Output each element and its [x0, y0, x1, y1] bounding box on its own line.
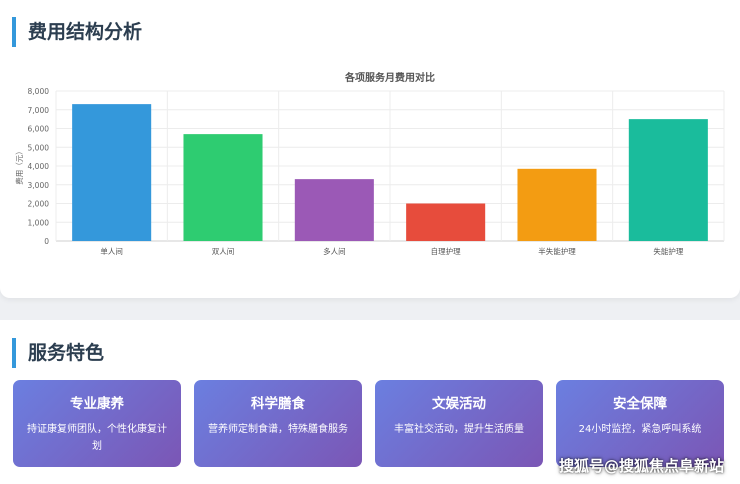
feature-card-rehab[interactable]: 专业康养 持证康复师团队，个性化康复计划	[13, 380, 181, 467]
x-tick-label: 失能护理	[653, 246, 683, 256]
feature-card-safety[interactable]: 安全保障 24小时监控，紧急呼叫系统	[556, 380, 724, 467]
bar-5	[517, 168, 597, 241]
cost-structure-heading: 费用结构分析	[12, 17, 142, 47]
feature-card-diet[interactable]: 科学膳食 营养师定制食谱，特殊膳食服务	[194, 380, 362, 467]
feature-description: 持证康复师团队，个性化康复计划	[27, 424, 167, 452]
x-tick-label: 双人间	[212, 247, 235, 256]
bar-1	[72, 104, 152, 241]
y-tick-label: 4,000	[28, 162, 50, 171]
y-tick-label: 2,000	[28, 200, 50, 209]
bar-4	[406, 203, 486, 241]
y-tick-label: 5,000	[28, 143, 50, 152]
monthly-cost-bar-chart: 各项服务月费用对比 0 1,000 2,000 3,000 4,000 5,000 6,000…	[14, 71, 725, 256]
features-row: 专业康养 持证康复师团队，个性化康复计划 科学膳食 营养师定制食谱，特殊膳食服务…	[13, 380, 725, 467]
bar-2	[183, 134, 263, 241]
x-tick-label: 单人间	[100, 246, 123, 256]
feature-description: 丰富社交活动，提升生活质量	[394, 424, 524, 435]
feature-title: 专业康养	[70, 396, 124, 412]
x-tick-label: 多人间	[323, 246, 346, 256]
y-tick-label: 1,000	[28, 218, 50, 227]
cost-structure-card: 费用结构分析 各项服务月费用对比 0 1,000 2,000 3,000 4,000 5,0…	[0, 0, 740, 298]
feature-description: 营养师定制食谱，特殊膳食服务	[208, 424, 348, 435]
y-tick-label: 6,000	[28, 125, 50, 134]
feature-card-activities[interactable]: 文娱活动 丰富社交活动，提升生活质量	[375, 380, 543, 467]
y-tick-label: 8,000	[28, 87, 50, 96]
x-tick-label: 自理护理	[431, 246, 461, 256]
bar-6	[628, 119, 708, 241]
x-tick-label: 半失能护理	[538, 246, 576, 256]
feature-description: 24小时监控，紧急呼叫系统	[578, 424, 702, 435]
feature-title: 文娱活动	[432, 396, 486, 412]
feature-title: 安全保障	[613, 396, 667, 412]
service-features-heading: 服务特色	[12, 338, 104, 368]
feature-title: 科学膳食	[251, 396, 305, 412]
bar-3	[294, 179, 374, 241]
y-tick-label: 3,000	[28, 181, 50, 190]
y-axis-label: 费用（元）	[14, 147, 24, 185]
watermark-text: 搜狐号@搜狐焦点阜新站	[558, 457, 724, 475]
chart-title: 各项服务月费用对比	[344, 71, 435, 84]
y-tick-label: 0	[44, 237, 49, 246]
y-tick-label: 7,000	[28, 106, 50, 115]
